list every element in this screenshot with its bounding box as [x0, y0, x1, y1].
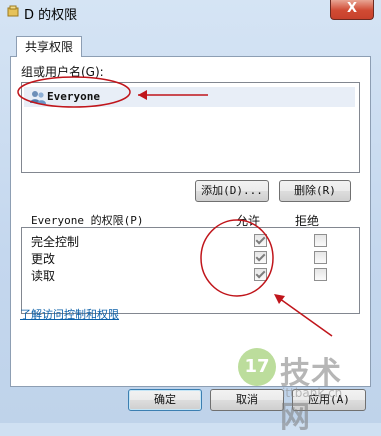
permissions-label: Everyone 的权限(P)	[31, 214, 144, 227]
permission-name: 完全控制	[31, 235, 80, 249]
deny-full-control-checkbox[interactable]	[314, 234, 327, 247]
permission-name: 读取	[31, 269, 56, 283]
window-title: D 的权限	[24, 8, 78, 23]
watermark-badge: 17	[238, 348, 276, 386]
help-link[interactable]: 了解访问控制和权限	[20, 306, 119, 322]
drive-icon	[7, 5, 19, 17]
user-name: Everyone	[47, 90, 100, 103]
title-bar: D 的权限 X	[0, 0, 381, 24]
permission-name: 更改	[31, 252, 56, 266]
user-list[interactable]: Everyone	[21, 82, 360, 173]
permissions-dialog: D 的权限 X 共享权限 组或用户名(G): Everyone 添加(D)...…	[0, 0, 381, 435]
users-icon	[30, 91, 46, 104]
group-list-label: 组或用户名(G):	[21, 65, 104, 79]
table-row: 更改	[22, 249, 359, 266]
list-item[interactable]: Everyone	[24, 87, 355, 107]
permissions-table: 完全控制 更改 读取	[21, 227, 360, 314]
add-button[interactable]: 添加(D)...	[195, 180, 269, 202]
allow-read-checkbox[interactable]	[254, 268, 267, 281]
remove-button[interactable]: 删除(R)	[279, 180, 351, 202]
table-row: 读取	[22, 266, 359, 283]
ok-button[interactable]: 确定	[128, 389, 202, 411]
close-button[interactable]: X	[330, 0, 374, 20]
deny-read-checkbox[interactable]	[314, 268, 327, 281]
table-row: 完全控制	[22, 232, 359, 249]
watermark-url: ittbank.cn	[282, 386, 343, 400]
tab-panel: 组或用户名(G): Everyone 添加(D)... 删除(R) Everyo…	[10, 56, 371, 387]
allow-change-checkbox[interactable]	[254, 251, 267, 264]
deny-change-checkbox[interactable]	[314, 251, 327, 264]
tab-share-permissions[interactable]: 共享权限	[16, 36, 82, 57]
watermark: 17 技术网 ittbank.cn	[238, 346, 368, 435]
allow-full-control-checkbox[interactable]	[254, 234, 267, 247]
